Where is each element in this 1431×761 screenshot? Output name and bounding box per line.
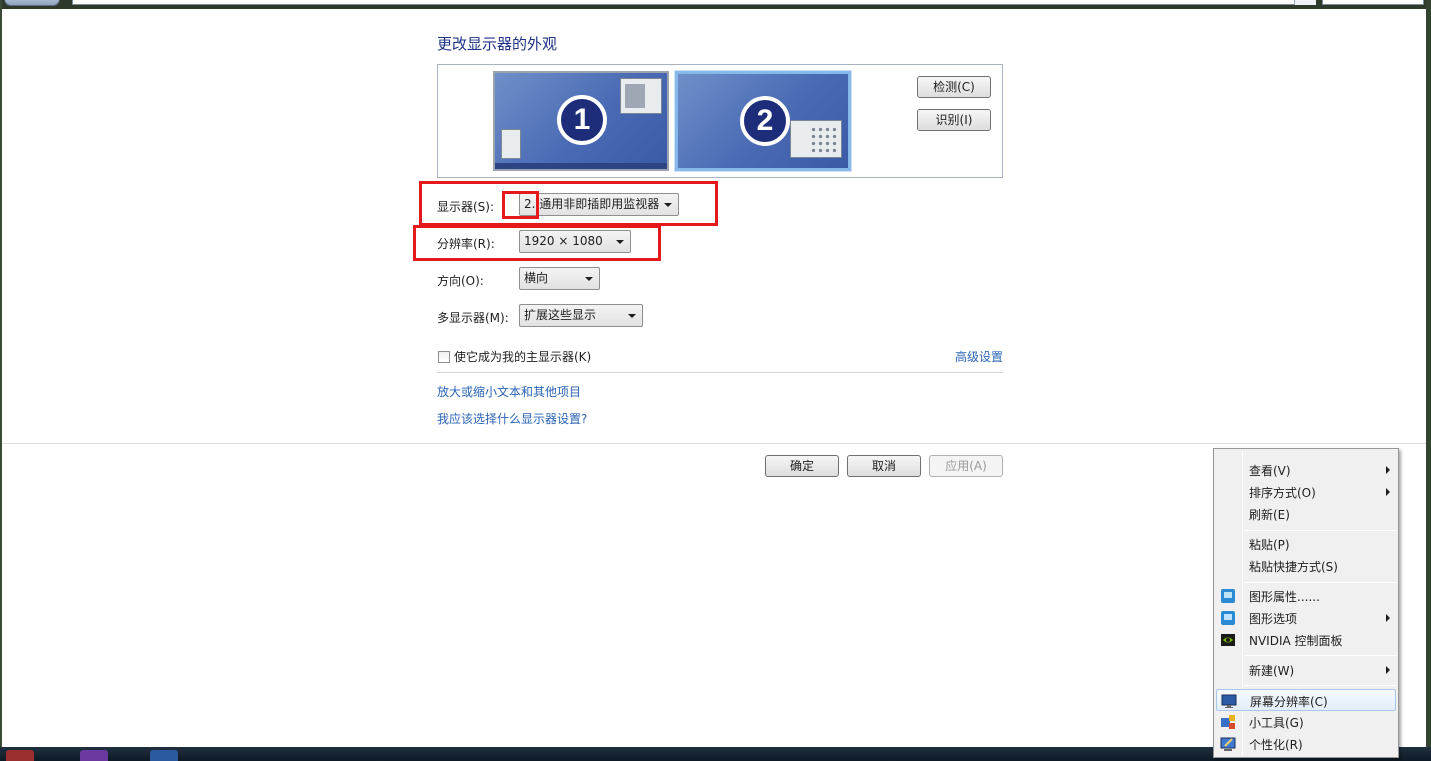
desktop-background-right xyxy=(1426,0,1431,761)
submenu-arrow-icon xyxy=(1386,614,1390,622)
menu-item-graphics-options[interactable]: 图形选项 xyxy=(1216,607,1396,629)
identify-button[interactable]: 识别(I) xyxy=(917,109,991,131)
red-annotation-box-resolution xyxy=(413,225,661,261)
monitor-2-tile[interactable]: 2 xyxy=(675,71,851,171)
menu-item-refresh[interactable]: 刷新(E) xyxy=(1216,503,1396,525)
monitor-2-number: 2 xyxy=(740,96,790,146)
menu-item-label: NVIDIA 控制面板 xyxy=(1249,634,1343,648)
which-settings-link[interactable]: 我应该选择什么显示器设置? xyxy=(437,410,587,427)
menu-item-label: 图形属性...... xyxy=(1249,590,1320,604)
menu-item-label: 刷新(E) xyxy=(1249,508,1290,522)
text-size-link[interactable]: 放大或缩小文本和其他项目 xyxy=(437,383,581,400)
orientation-select[interactable]: 横向 xyxy=(519,267,600,290)
menu-item-label: 排序方式(O) xyxy=(1249,486,1316,500)
multiple-displays-label: 多显示器(M): xyxy=(437,311,509,325)
monitor-arrangement-panel: 1 2 检测(C) 识别(I) xyxy=(437,64,1003,178)
footer-divider xyxy=(2,443,1426,444)
menu-separator xyxy=(1245,582,1397,583)
menu-item-gadgets[interactable]: 小工具(G) xyxy=(1216,711,1396,733)
monitor-1-number: 1 xyxy=(557,95,607,145)
address-bar[interactable] xyxy=(72,0,1316,5)
screen-resolution-icon xyxy=(1221,694,1237,708)
menu-separator xyxy=(1245,530,1397,531)
menu-item-label: 粘贴(P) xyxy=(1249,538,1290,552)
menu-item-view[interactable]: 查看(V) xyxy=(1216,459,1396,481)
nvidia-icon xyxy=(1221,634,1235,646)
personalize-icon xyxy=(1220,737,1236,751)
menu-item-paste-shortcut[interactable]: 粘贴快捷方式(S) xyxy=(1216,555,1396,577)
menu-item-sort-by[interactable]: 排序方式(O) xyxy=(1216,481,1396,503)
advanced-settings-link[interactable]: 高级设置 xyxy=(955,348,1003,365)
submenu-arrow-icon xyxy=(1386,666,1390,674)
menu-item-label: 个性化(R) xyxy=(1249,738,1303,752)
orientation-select-value: 横向 xyxy=(524,271,549,285)
search-input[interactable] xyxy=(1322,0,1424,5)
page-title: 更改显示器的外观 xyxy=(437,35,558,53)
apply-button[interactable]: 应用(A) xyxy=(929,455,1003,477)
back-forward-buttons[interactable] xyxy=(4,0,60,6)
multiple-displays-select-value: 扩展这些显示 xyxy=(524,308,597,322)
red-annotation-box-display xyxy=(419,181,718,226)
menu-item-new[interactable]: 新建(W) xyxy=(1216,659,1396,681)
monitor-1-document-graphic xyxy=(501,129,521,159)
taskbar-app-button[interactable] xyxy=(80,750,108,761)
chevron-down-icon xyxy=(628,314,636,318)
control-panel-content: 更改显示器的外观 1 2 检测(C) 识别(I) 显示器(S): 2. 通用非即… xyxy=(2,9,1426,445)
divider xyxy=(437,372,1003,373)
taskbar-app-button[interactable] xyxy=(150,750,178,761)
submenu-arrow-icon xyxy=(1386,488,1390,496)
orientation-label: 方向(O): xyxy=(437,274,484,288)
menu-item-label: 小工具(G) xyxy=(1249,716,1304,730)
menu-item-nvidia-control-panel[interactable]: NVIDIA 控制面板 xyxy=(1216,629,1396,651)
monitor-1-window-graphic xyxy=(620,78,662,114)
menu-separator xyxy=(1245,685,1397,686)
intel-graphics-icon xyxy=(1221,611,1235,625)
multiple-displays-select[interactable]: 扩展这些显示 xyxy=(519,304,643,327)
monitor-1-tile[interactable]: 1 xyxy=(493,71,669,171)
monitor-2-window-graphic xyxy=(790,120,842,158)
menu-item-label: 查看(V) xyxy=(1249,464,1291,478)
ok-button[interactable]: 确定 xyxy=(765,455,839,477)
intel-graphics-icon xyxy=(1221,589,1235,603)
address-dropdown-button[interactable] xyxy=(1294,0,1316,5)
menu-item-label: 图形选项 xyxy=(1249,612,1298,626)
menu-item-label: 屏幕分辨率(C) xyxy=(1250,695,1328,709)
menu-item-paste[interactable]: 粘贴(P) xyxy=(1216,533,1396,555)
menu-item-personalize[interactable]: 个性化(R) xyxy=(1216,733,1396,755)
primary-display-label[interactable]: 使它成为我的主显示器(K) xyxy=(454,348,591,365)
menu-separator xyxy=(1245,655,1397,656)
detect-button[interactable]: 检测(C) xyxy=(917,76,991,98)
primary-display-checkbox[interactable] xyxy=(438,351,450,363)
cancel-button[interactable]: 取消 xyxy=(847,455,921,477)
taskbar-app-button[interactable] xyxy=(6,750,34,761)
chevron-down-icon xyxy=(585,277,593,281)
menu-item-screen-resolution[interactable]: 屏幕分辨率(C) xyxy=(1216,689,1396,711)
menu-item-label: 新建(W) xyxy=(1249,664,1295,678)
red-annotation-box-number xyxy=(502,191,539,219)
monitor-1-taskbar-graphic xyxy=(495,163,667,169)
menu-item-label: 粘贴快捷方式(S) xyxy=(1249,560,1338,574)
gadgets-icon xyxy=(1221,715,1235,729)
menu-item-graphics-properties[interactable]: 图形属性...... xyxy=(1216,585,1396,607)
submenu-arrow-icon xyxy=(1386,466,1390,474)
desktop-context-menu: 查看(V) 排序方式(O) 刷新(E) 粘贴(P) 粘贴快捷方式(S) 图形属性… xyxy=(1213,448,1399,758)
